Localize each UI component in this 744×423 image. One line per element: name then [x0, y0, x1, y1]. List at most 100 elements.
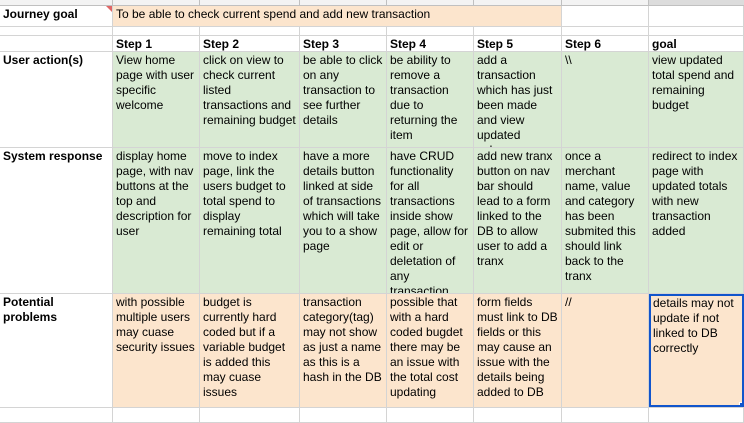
data-cell[interactable]: // [562, 294, 649, 407]
column-separator [561, 0, 562, 5]
step-header-cell[interactable]: Step 3 [300, 36, 387, 51]
data-cell[interactable]: display home page, with nav buttons at t… [113, 148, 200, 293]
cell-text: click on view to check current listed tr… [203, 53, 296, 127]
data-cell[interactable]: be able to click on any transaction to s… [300, 52, 387, 147]
cell-text: \\ [565, 53, 572, 67]
row-label-cell[interactable]: User action(s) [0, 52, 113, 147]
data-cell[interactable]: be ability to remove a transaction due t… [387, 52, 474, 147]
empty-cell[interactable] [387, 27, 474, 35]
cell-text: have CRUD functionality for all transact… [390, 149, 469, 293]
empty-cell[interactable] [387, 408, 474, 422]
fill-handle[interactable] [739, 402, 742, 405]
cell-text: add a transaction which has just been ma… [477, 53, 553, 147]
empty-cell[interactable] [300, 408, 387, 422]
journey-goal-text-cell[interactable]: To be able to check current spend and ad… [113, 6, 562, 26]
step-header-label: goal [652, 37, 677, 51]
step-header-cell[interactable]: Step 4 [387, 36, 474, 51]
cell-text: with possible multiple users may cuase s… [116, 295, 195, 354]
cell-text: possible that with a hard coded bugdet t… [390, 295, 463, 399]
data-cell[interactable]: with possible multiple users may cuase s… [113, 294, 200, 407]
row-label: User action(s) [3, 53, 84, 67]
data-cell[interactable]: possible that with a hard coded bugdet t… [387, 294, 474, 407]
cell-text: have a more details button linked at sid… [303, 149, 382, 253]
cell-text: display home page, with nav buttons at t… [116, 149, 194, 238]
cell-text: once a merchant name, value and category… [565, 149, 636, 283]
potential-problems-row: Potential problems with possible multipl… [0, 294, 744, 408]
column-separator [199, 0, 200, 5]
data-cell[interactable]: \\ [562, 52, 649, 147]
cell-text: be ability to remove a transaction due t… [390, 53, 458, 142]
cell-text: form fields must link to DB fields or th… [477, 295, 558, 399]
empty-cell[interactable] [649, 27, 744, 35]
empty-cell[interactable] [0, 408, 113, 422]
data-cell[interactable]: have CRUD functionality for all transact… [387, 148, 474, 293]
row-label-cell[interactable]: System response [0, 148, 113, 293]
row-label-cell[interactable]: Potential problems [0, 294, 113, 407]
system-response-row: System response display home page, with … [0, 148, 744, 294]
journey-goal-label-cell[interactable]: Journey goal [0, 6, 113, 26]
empty-cell[interactable] [0, 36, 113, 51]
cell-text: View home page with user specific welcom… [116, 53, 195, 112]
comment-indicator-icon[interactable] [106, 6, 112, 12]
column-separator [473, 0, 474, 5]
cell-text: details may not update if not linked to … [653, 296, 734, 355]
empty-cell[interactable] [562, 408, 649, 422]
data-cell[interactable]: form fields must link to DB fields or th… [474, 294, 562, 407]
spacer-row [0, 27, 744, 36]
trailing-row [0, 408, 744, 423]
empty-cell[interactable] [0, 27, 113, 35]
journey-goal-text: To be able to check current spend and ad… [116, 7, 431, 21]
data-cell[interactable]: click on view to check current listed tr… [200, 52, 300, 147]
step-header-label: Step 5 [477, 37, 514, 51]
cell-text: transaction category(tag) may not show a… [303, 295, 382, 384]
cell-text: redirect to index page with updated tota… [652, 149, 738, 238]
data-cell[interactable]: add new tranx button on nav bar should l… [474, 148, 562, 293]
step-header-label: Step 3 [303, 37, 340, 51]
cell-text: add new tranx button on nav bar should l… [477, 149, 553, 268]
column-separator [112, 0, 113, 5]
empty-cell[interactable] [649, 408, 744, 422]
column-separator [386, 0, 387, 5]
step-header-cell[interactable]: Step 6 [562, 36, 649, 51]
empty-cell[interactable] [649, 6, 744, 26]
empty-cell[interactable] [113, 408, 200, 422]
empty-cell[interactable] [474, 27, 562, 35]
empty-cell[interactable] [113, 27, 200, 35]
empty-cell[interactable] [200, 408, 300, 422]
cell-text: view updated total spend and remaining b… [652, 53, 735, 112]
step-header-cell[interactable]: goal [649, 36, 744, 51]
data-cell[interactable]: View home page with user specific welcom… [113, 52, 200, 147]
journey-goal-row: Journey goal To be able to check current… [0, 6, 744, 27]
selected-column-header[interactable] [649, 0, 744, 5]
cell-text: budget is currently hard coded but if a … [203, 295, 286, 399]
column-separator [299, 0, 300, 5]
selected-data-cell[interactable]: details may not update if not linked to … [649, 294, 744, 407]
empty-cell[interactable] [300, 27, 387, 35]
step-header-cell[interactable]: Step 2 [200, 36, 300, 51]
step-header-cell[interactable]: Step 5 [474, 36, 562, 51]
data-cell[interactable]: redirect to index page with updated tota… [649, 148, 744, 293]
data-cell[interactable]: move to index page, link the users budge… [200, 148, 300, 293]
step-header-label: Step 6 [565, 37, 602, 51]
step-header-label: Step 4 [390, 37, 427, 51]
step-header-row: Step 1 Step 2 Step 3 Step 4 Step 5 Step … [0, 36, 744, 52]
data-cell[interactable]: once a merchant name, value and category… [562, 148, 649, 293]
journey-goal-label: Journey goal [3, 7, 78, 21]
user-actions-row: User action(s) View home page with user … [0, 52, 744, 148]
data-cell[interactable]: view updated total spend and remaining b… [649, 52, 744, 147]
cell-text: be able to click on any transaction to s… [303, 53, 383, 127]
empty-cell[interactable] [562, 27, 649, 35]
step-header-cell[interactable]: Step 1 [113, 36, 200, 51]
row-label: Potential problems [3, 295, 58, 324]
empty-cell[interactable] [562, 6, 649, 26]
data-cell[interactable]: budget is currently hard coded but if a … [200, 294, 300, 407]
row-label: System response [3, 149, 103, 163]
step-header-label: Step 1 [116, 37, 153, 51]
cell-text: // [565, 295, 572, 309]
empty-cell[interactable] [474, 408, 562, 422]
data-cell[interactable]: have a more details button linked at sid… [300, 148, 387, 293]
step-header-label: Step 2 [203, 37, 240, 51]
empty-cell[interactable] [200, 27, 300, 35]
data-cell[interactable]: add a transaction which has just been ma… [474, 52, 562, 147]
data-cell[interactable]: transaction category(tag) may not show a… [300, 294, 387, 407]
